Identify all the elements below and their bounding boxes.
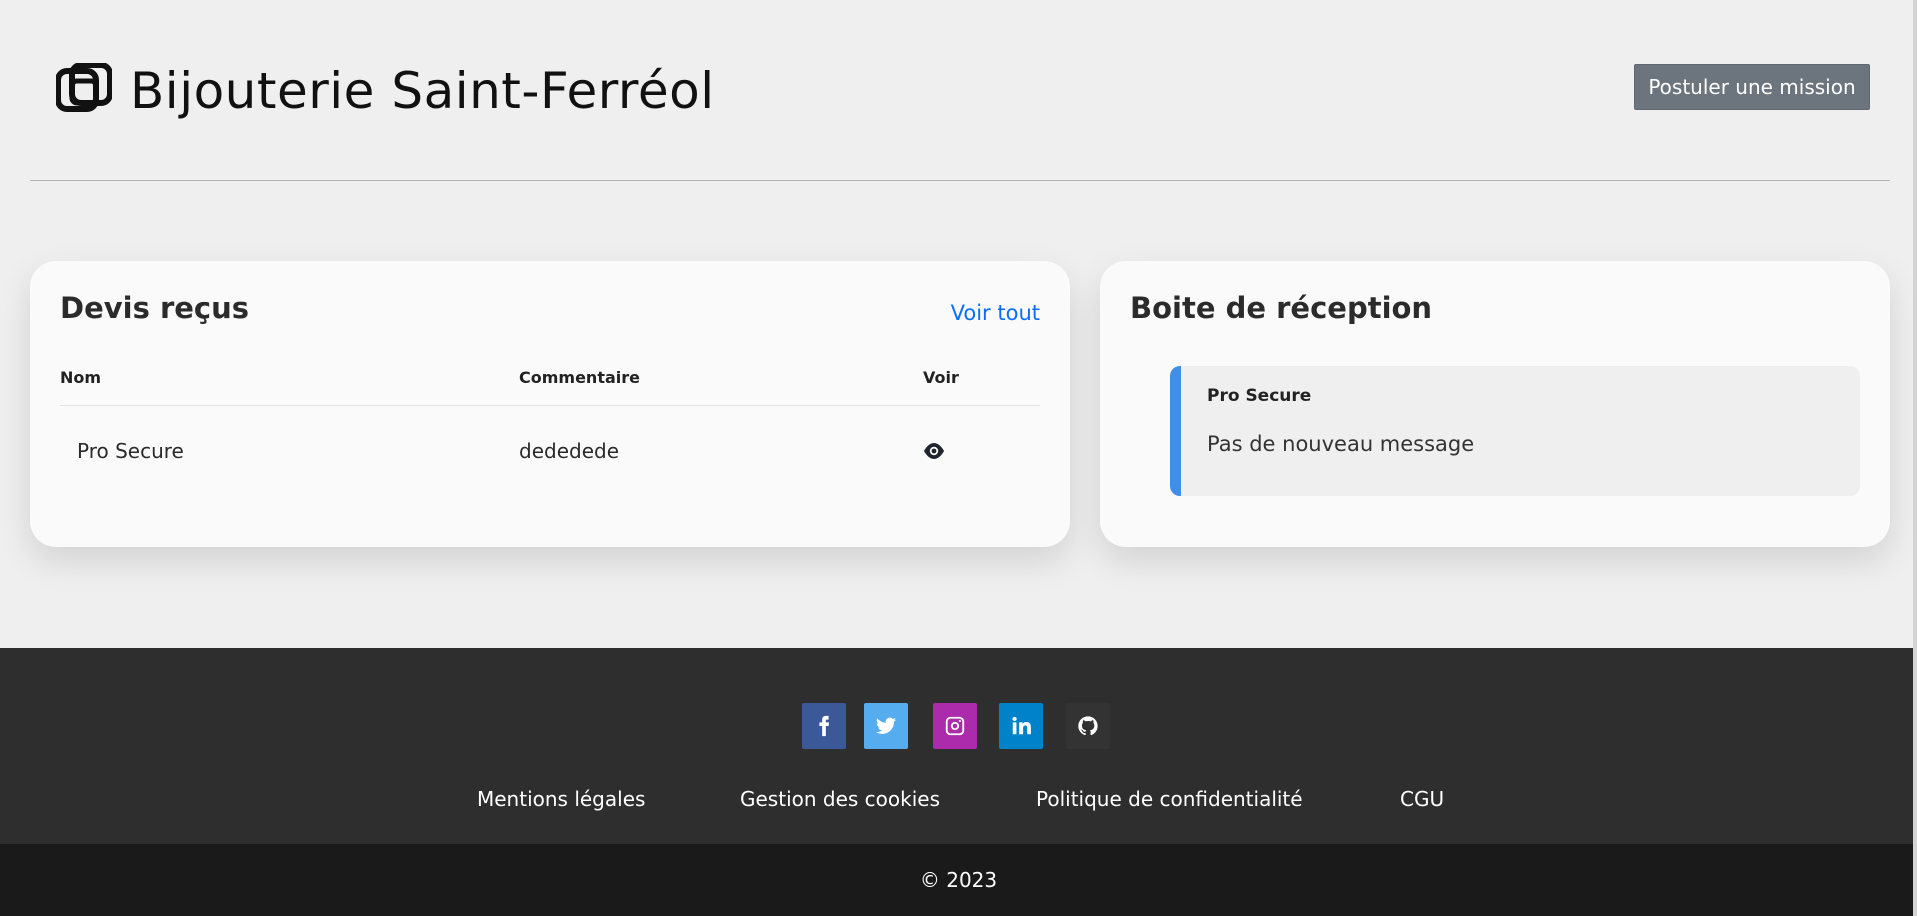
scrollbar[interactable] [1913,0,1917,916]
page-header: Bijouterie Saint-Ferréol Postuler une mi… [30,0,1890,181]
linkedin-icon[interactable] [999,703,1043,749]
interlocking-squares-logo-icon [56,63,112,112]
site-footer: Mentions légales Gestion des cookies Pol… [0,648,1917,844]
footer-link-legal[interactable]: Mentions légales [477,787,645,811]
apply-mission-button[interactable]: Postuler une mission [1634,64,1870,110]
message-item[interactable]: Pro Secure Pas de nouveau message [1170,366,1860,496]
message-text: Pas de nouveau message [1207,432,1475,456]
copyright-text: © 2023 [919,868,998,892]
column-header-name: Nom [60,368,102,387]
inbox-card: Boite de réception Pro Secure Pas de nou… [1100,261,1890,547]
brand[interactable]: Bijouterie Saint-Ferréol [56,62,715,120]
github-icon[interactable] [1066,703,1110,749]
eye-icon[interactable] [922,441,946,461]
quotes-card: Devis reçus Voir tout Nom Commentaire Vo… [30,261,1070,547]
copyright-bar: © 2023 [0,844,1917,916]
footer-link-cookies[interactable]: Gestion des cookies [740,787,940,811]
column-header-view: Voir [923,368,959,387]
table-divider [60,405,1040,406]
row-name: Pro Secure [77,439,184,463]
column-header-comment: Commentaire [519,368,640,387]
quotes-card-title: Devis reçus [60,291,250,325]
footer-link-privacy[interactable]: Politique de confidentialité [1036,787,1303,811]
twitter-icon[interactable] [864,703,908,749]
see-all-link[interactable]: Voir tout [951,301,1040,325]
site-title: Bijouterie Saint-Ferréol [130,62,715,120]
footer-link-cgu[interactable]: CGU [1400,787,1444,811]
message-sender: Pro Secure [1207,386,1312,406]
facebook-icon[interactable] [802,703,846,749]
row-comment: dededede [519,439,619,463]
inbox-card-title: Boite de réception [1130,291,1433,325]
instagram-icon[interactable] [933,703,977,749]
